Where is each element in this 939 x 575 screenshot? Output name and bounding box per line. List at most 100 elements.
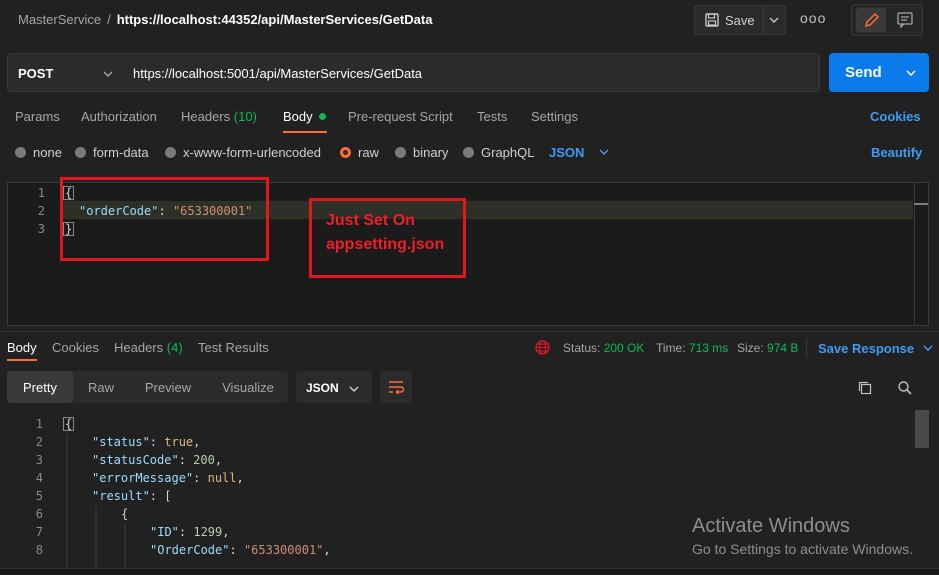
tab-params[interactable]: Params	[15, 109, 60, 124]
tab-headers[interactable]: Headers (10)	[181, 109, 257, 124]
annotation-box-request	[60, 177, 269, 261]
cookies-link[interactable]: Cookies	[870, 109, 921, 124]
chevron-down-icon[interactable]	[768, 14, 780, 29]
radio-graphql-label: GraphQL	[481, 145, 535, 160]
resp-tab-headers-count: (4)	[166, 340, 183, 355]
edit-mode-button[interactable]	[856, 8, 886, 32]
radio-graphql[interactable]: GraphQL	[463, 145, 534, 160]
save-button[interactable]: Save	[694, 5, 786, 35]
code-line: {	[121, 507, 128, 521]
radio-binary[interactable]: binary	[395, 145, 448, 160]
response-divider[interactable]	[0, 331, 939, 332]
response-format-select[interactable]: JSON	[296, 371, 372, 403]
beautify-link[interactable]: Beautify	[871, 145, 922, 160]
more-options-button[interactable]: ooo	[800, 10, 826, 26]
body-format-select[interactable]: JSON	[549, 145, 610, 160]
send-divider	[897, 53, 898, 92]
view-preview[interactable]: Preview	[131, 371, 205, 403]
scrollbar-marker	[914, 203, 928, 205]
code-open-brace: {	[63, 417, 75, 431]
resp-tab-body[interactable]: Body	[7, 340, 37, 355]
radio-form-data-label: form-data	[93, 145, 149, 160]
save-label: Save	[725, 13, 755, 28]
radio-indicator	[15, 147, 26, 158]
active-response-tab-underline	[7, 359, 37, 361]
resp-tab-headers[interactable]: Headers (4)	[114, 340, 183, 355]
activation-watermark-subtitle: Go to Settings to activate Windows.	[692, 541, 913, 557]
pencil-icon	[864, 12, 880, 28]
resp-tab-headers-label: Headers	[114, 340, 164, 355]
json-key: "ID"	[150, 525, 179, 539]
status-label: Status:	[563, 341, 601, 355]
json-key: "status"	[92, 435, 150, 449]
search-icon[interactable]	[897, 380, 913, 399]
radio-raw-label: raw	[358, 145, 379, 160]
save-icon	[705, 13, 719, 30]
send-button[interactable]: Send	[829, 53, 929, 92]
method-label: POST	[18, 66, 54, 81]
tab-authorization[interactable]: Authorization	[81, 109, 157, 124]
body-indicator-dot	[318, 113, 326, 120]
resp-tab-test-results[interactable]: Test Results	[198, 340, 269, 355]
status-value[interactable]: 200 OK	[604, 341, 645, 355]
radio-raw[interactable]: raw	[340, 145, 379, 160]
tab-body[interactable]: Body	[283, 109, 326, 124]
wrap-icon	[389, 381, 405, 395]
tab-headers-label: Headers	[181, 109, 231, 124]
code-line: "result": [	[92, 489, 172, 503]
globe-icon[interactable]	[534, 339, 551, 359]
top-bar: MasterService / https://localhost:44352/ap…	[0, 0, 939, 40]
json-key: "OrderCode"	[150, 543, 230, 557]
body-format-label: JSON	[549, 145, 585, 160]
status-divider	[806, 339, 807, 357]
time-label: Time:	[656, 341, 686, 355]
documentation-mode-button[interactable]	[892, 8, 918, 32]
chevron-down-icon	[348, 383, 360, 398]
tab-tests[interactable]: Tests	[477, 109, 507, 124]
method-select[interactable]: POST	[7, 53, 123, 92]
breadcrumb-collection[interactable]: MasterService	[18, 12, 101, 27]
response-format-label: JSON	[306, 381, 339, 395]
radio-none[interactable]: none	[15, 145, 62, 160]
breadcrumb-separator: /	[107, 12, 111, 27]
annotation-note: Just Set On appsetting.json	[326, 209, 444, 257]
radio-indicator	[75, 147, 86, 158]
time-value[interactable]: 713 ms	[689, 341, 728, 355]
code-line: "status": true,	[92, 435, 201, 449]
size-value[interactable]: 974 B	[767, 341, 798, 355]
response-scrollbar-thumb[interactable]	[915, 410, 929, 448]
json-key: "errorMessage"	[92, 471, 194, 485]
annotation-line-2: appsetting.json	[326, 236, 445, 253]
response-view-group: Pretty Raw Preview Visualize	[7, 371, 288, 403]
copy-icon[interactable]	[857, 380, 873, 399]
json-string-value: "653300001"	[243, 543, 324, 557]
tab-settings[interactable]: Settings	[531, 109, 578, 124]
request-title[interactable]: https://localhost:44352/api/MasterServic…	[117, 12, 433, 27]
json-number-value: 1299	[193, 525, 223, 539]
view-pretty[interactable]: Pretty	[7, 371, 73, 403]
wrap-lines-button[interactable]	[380, 371, 412, 403]
radio-urlencoded[interactable]: x-www-form-urlencoded	[165, 145, 321, 160]
radio-indicator	[165, 147, 176, 158]
tab-prerequest-script[interactable]: Pre-request Script	[348, 109, 453, 124]
code-line: "statusCode": 200,	[92, 453, 223, 467]
json-null-value: null	[207, 471, 237, 485]
chevron-down-icon	[102, 68, 114, 83]
json-array-open: [	[164, 489, 172, 503]
comment-icon	[897, 12, 913, 29]
radio-none-label: none	[33, 145, 62, 160]
json-bool-value: true	[164, 435, 194, 449]
view-visualize[interactable]: Visualize	[211, 371, 285, 403]
code-line: "errorMessage": null,	[92, 471, 244, 485]
save-response-button[interactable]: Save Response	[818, 341, 934, 356]
chevron-down-icon[interactable]	[905, 67, 917, 82]
view-raw[interactable]: Raw	[75, 371, 127, 403]
code-line: "ID": 1299,	[150, 525, 230, 539]
line-number: 2	[37, 204, 45, 218]
json-key: "statusCode"	[92, 453, 179, 467]
line-number: 1	[37, 186, 45, 200]
resp-tab-cookies[interactable]: Cookies	[52, 340, 99, 355]
radio-form-data[interactable]: form-data	[75, 145, 149, 160]
breadcrumb: MasterService / https://localhost:44352/ap…	[18, 12, 432, 27]
url-input[interactable]: https://localhost:5001/api/MasterService…	[122, 53, 820, 92]
